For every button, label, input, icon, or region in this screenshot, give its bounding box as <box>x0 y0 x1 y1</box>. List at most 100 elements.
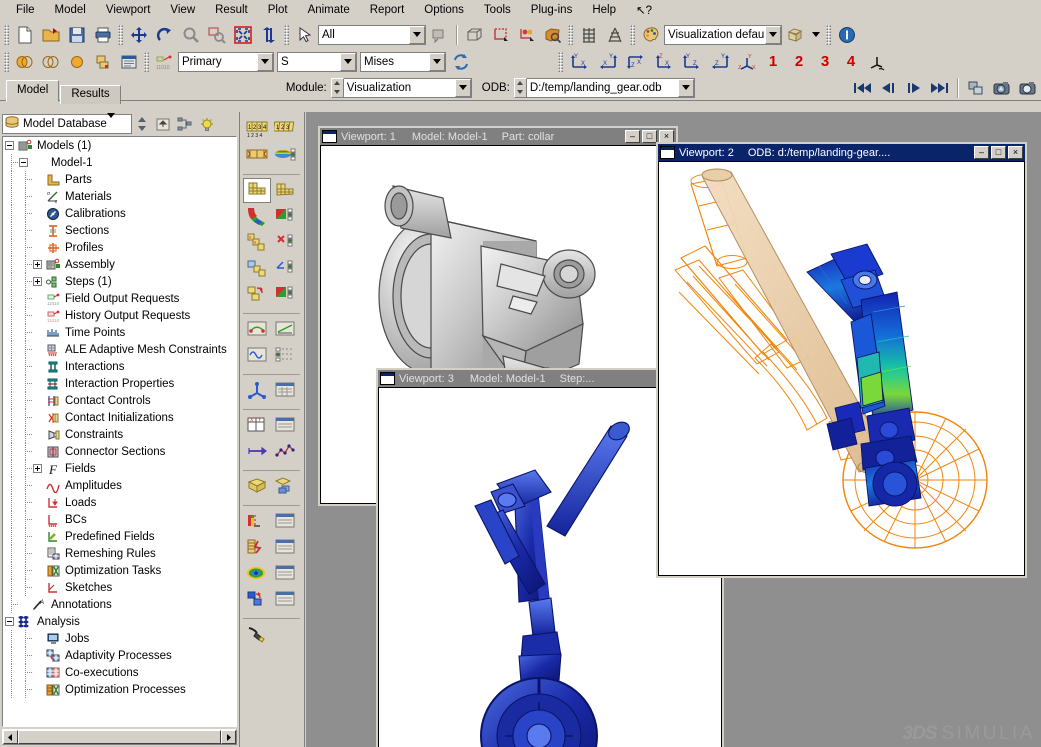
freebody-manager-icon[interactable] <box>271 509 299 534</box>
axes-user-icon[interactable] <box>865 50 889 73</box>
selection-tag-icon[interactable] <box>427 23 451 46</box>
animate-scale-icon[interactable] <box>271 317 299 342</box>
tree-node-ale-adaptive-mesh-constraints[interactable]: ALE Adaptive Mesh Constraints <box>3 341 236 358</box>
viewport-2-client[interactable] <box>658 161 1025 576</box>
chevron-down-icon[interactable] <box>429 52 445 71</box>
toolbar-grip-field[interactable] <box>144 51 149 72</box>
module-spinner[interactable] <box>330 77 344 98</box>
symbol-bend-icon[interactable]: xx <box>243 230 271 255</box>
toolbar-grip[interactable] <box>4 24 9 45</box>
tree-nodes-icon[interactable] <box>175 113 195 136</box>
superimpose-options-icon[interactable] <box>271 282 299 307</box>
mesh-wire-icon[interactable] <box>603 23 627 46</box>
model-tree[interactable]: Models (1) Model-1 Parts σ ε Materials Calibra… <box>2 136 237 727</box>
menu-tools[interactable]: Tools <box>474 2 521 18</box>
tree-node-jobs[interactable]: Jobs <box>3 630 236 647</box>
output-variable-combo[interactable]: S <box>277 51 357 72</box>
toolbar-grip-views[interactable] <box>558 51 563 72</box>
numbered-cells-alt-icon[interactable]: 123 <box>271 117 299 142</box>
display-group-manager-icon[interactable] <box>271 474 299 499</box>
cube-dropdown-arrow-icon[interactable] <box>809 23 823 46</box>
symbol-options-icon[interactable] <box>271 230 299 255</box>
axes-zx-icon[interactable]: ZX <box>651 50 677 73</box>
saved-view-3-button[interactable]: 3 <box>813 50 837 73</box>
path-arrow-icon[interactable] <box>243 439 271 464</box>
skip-forward-icon[interactable] <box>928 76 952 99</box>
new-model-database-button[interactable] <box>13 23 37 46</box>
axes-yz-icon[interactable]: YZ <box>679 50 705 73</box>
folder-up-icon[interactable] <box>153 113 173 136</box>
odb-spinner[interactable] <box>513 77 527 98</box>
chevron-down-icon[interactable] <box>257 52 273 71</box>
info-circle-icon[interactable] <box>835 23 859 46</box>
tree-node-models[interactable]: Models (1) <box>3 137 236 154</box>
up-down-sort-icon[interactable] <box>133 113 151 136</box>
animation-options-icon[interactable] <box>271 343 299 368</box>
axes-zy-icon[interactable]: YZ <box>707 50 733 73</box>
tile-windows-icon[interactable] <box>964 76 988 99</box>
display-group-icon[interactable] <box>243 474 271 499</box>
xy-manager-icon[interactable] <box>271 413 299 438</box>
contour-deformed-icon[interactable] <box>65 50 89 73</box>
axes-xz-icon[interactable]: ZX <box>623 50 649 73</box>
saved-view-4-button[interactable]: 4 <box>839 50 863 73</box>
chevron-down-icon[interactable] <box>340 52 356 71</box>
xy-table-icon[interactable]: XY <box>243 413 271 438</box>
menu-plugins[interactable]: Plug-ins <box>521 2 583 18</box>
numbered-cells-icon[interactable]: 12341 2 3 4 <box>243 117 271 142</box>
camera-photo-icon[interactable] <box>1016 76 1040 99</box>
scroll-right-button[interactable] <box>221 730 236 744</box>
tab-results[interactable]: Results <box>60 84 121 104</box>
contour-options-icon[interactable] <box>271 204 299 229</box>
chevron-down-icon[interactable] <box>677 78 694 97</box>
ply-stack-icon[interactable] <box>243 587 271 612</box>
tree-node-fields[interactable]: F Fields <box>3 460 236 477</box>
skip-back-icon[interactable] <box>850 76 874 99</box>
tree-node-parts[interactable]: Parts <box>3 171 236 188</box>
tree-node-connector-sections[interactable]: Connector Sections <box>3 443 236 460</box>
camera-movie-icon[interactable] <box>990 76 1014 99</box>
lightbulb-icon[interactable] <box>197 113 217 136</box>
query-axes-icon[interactable] <box>243 378 271 403</box>
xy-plot-icon[interactable] <box>271 439 299 464</box>
up-down-arrows-icon[interactable] <box>257 23 281 46</box>
tree-node-contact-initializations[interactable]: Contact Initializations <box>3 409 236 426</box>
orientation-options-icon[interactable] <box>271 256 299 281</box>
cube-wire-icon[interactable] <box>463 23 487 46</box>
axes-xy-icon[interactable]: YX <box>595 50 621 73</box>
tree-node-profiles[interactable]: Profiles <box>3 239 236 256</box>
tree-node-time-points[interactable]: Time Points <box>3 324 236 341</box>
tree-node-optimization-tasks[interactable]: Optimization Tasks <box>3 562 236 579</box>
tree-node-sections[interactable]: Sections <box>3 222 236 239</box>
printer-icon[interactable] <box>91 23 115 46</box>
symbol-plot-icon[interactable] <box>91 50 115 73</box>
menu-view[interactable]: View <box>160 2 205 18</box>
tree-node-calibrations[interactable]: Calibrations <box>3 205 236 222</box>
color-palette-icon[interactable] <box>639 23 663 46</box>
viewport-2-maximize-button[interactable]: □ <box>991 146 1006 159</box>
open-folder-icon[interactable] <box>39 23 63 46</box>
toolbar-grip-view[interactable] <box>118 24 123 45</box>
tree-node-remeshing-rules[interactable]: Remeshing Rules <box>3 545 236 562</box>
animate-harmonic-icon[interactable] <box>243 343 271 368</box>
tree-node-model-1[interactable]: Model-1 <box>3 154 236 171</box>
tree-node-predefined-fields[interactable]: Predefined Fields <box>3 528 236 545</box>
scroll-track[interactable] <box>18 730 221 744</box>
chevron-down-icon[interactable] <box>106 113 115 130</box>
cut-cube-icon[interactable] <box>541 23 565 46</box>
tree-expander-expand[interactable] <box>33 464 42 473</box>
menu-file[interactable]: File <box>6 2 45 18</box>
tree-node-bcs[interactable]: BCs <box>3 511 236 528</box>
selection-filter-combo[interactable]: All <box>318 24 426 45</box>
tree-expander-expand[interactable] <box>33 260 42 269</box>
menu-options[interactable]: Options <box>414 2 474 18</box>
node-dots-icon[interactable] <box>515 23 539 46</box>
toolbar-grip-defaults[interactable] <box>630 24 635 45</box>
toolbar-grip-plotstate[interactable] <box>4 51 9 72</box>
menu-plot[interactable]: Plot <box>258 2 298 18</box>
freebody-icon[interactable] <box>243 509 271 534</box>
viewport-canvas[interactable]: Viewport: 1 Model: Model-1 Part: collar … <box>306 112 1041 747</box>
tree-expander-collapse[interactable] <box>19 158 28 167</box>
step-forward-icon[interactable] <box>902 76 926 99</box>
context-help-icon[interactable]: ↖? <box>626 1 662 19</box>
